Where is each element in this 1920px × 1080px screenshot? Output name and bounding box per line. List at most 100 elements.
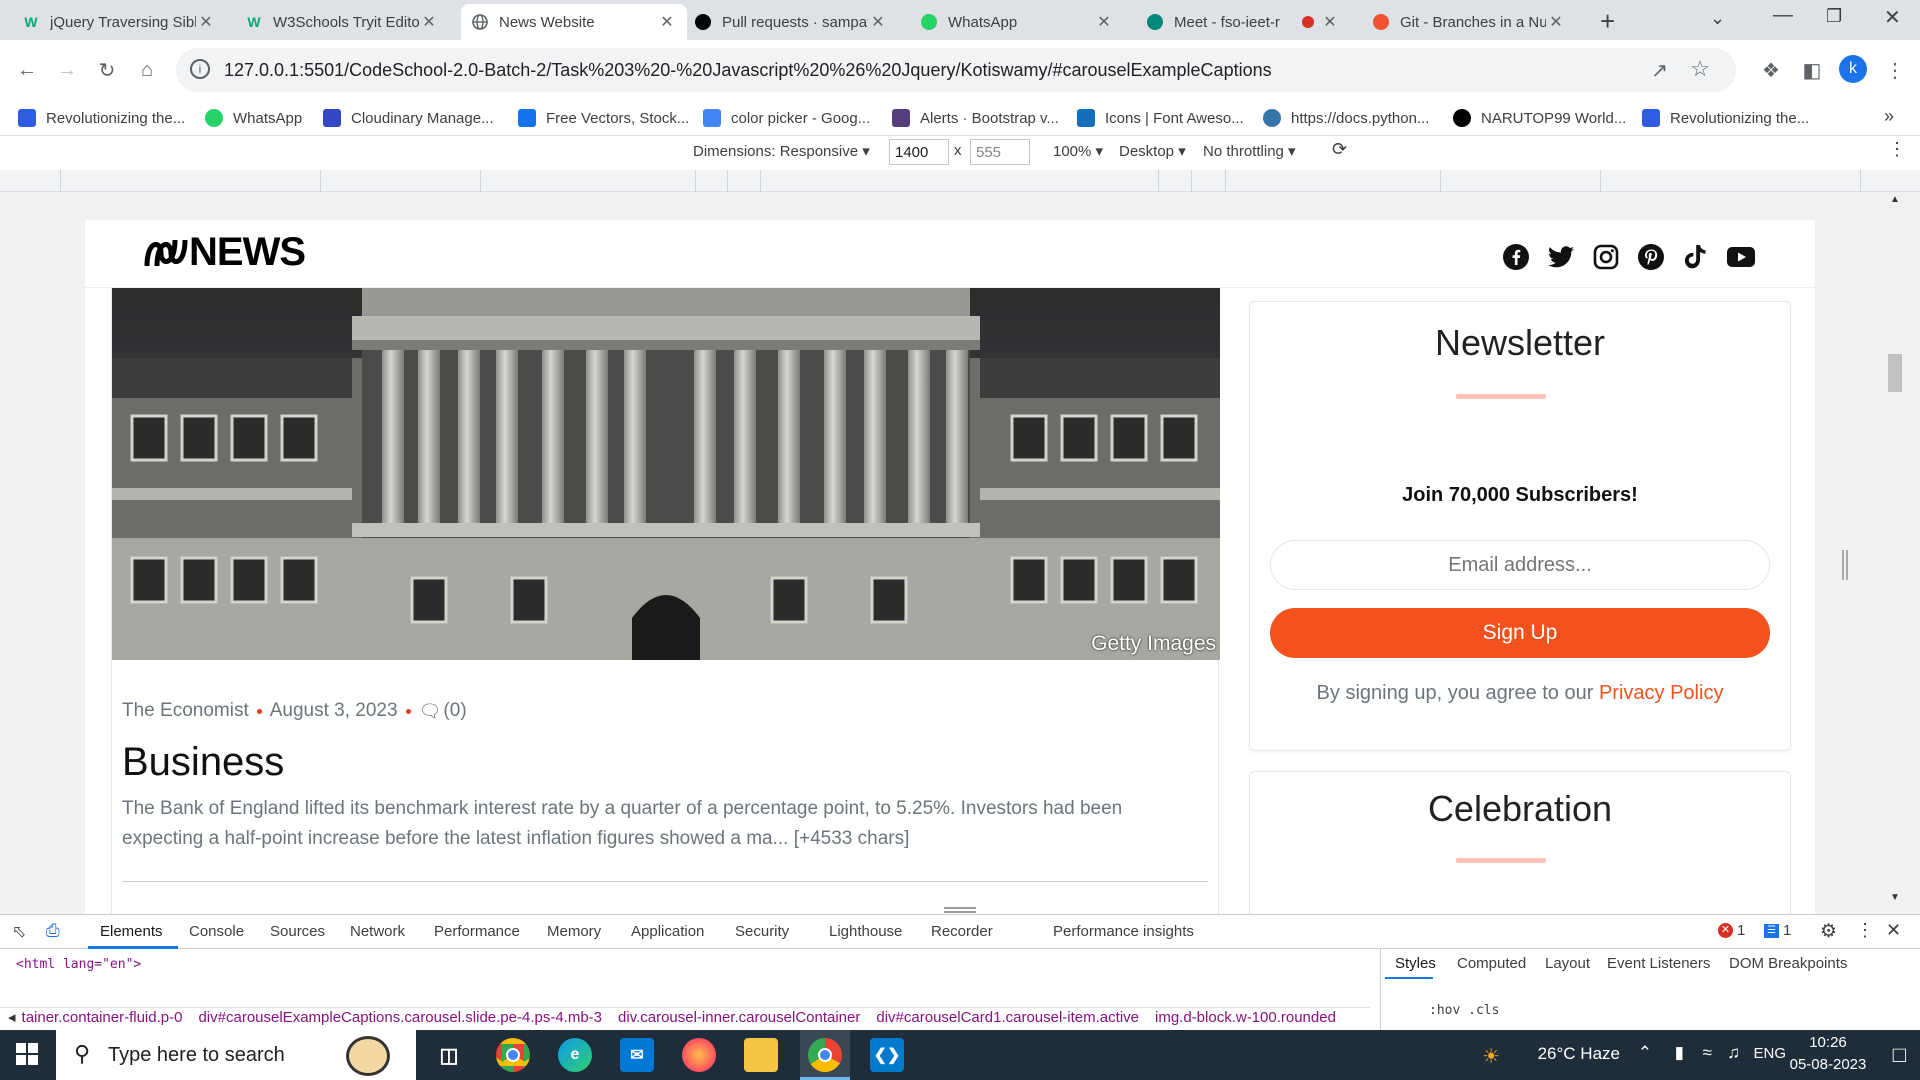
youtube-icon[interactable]	[1726, 242, 1756, 272]
new-tab-button[interactable]: +	[1600, 6, 1615, 37]
breadcrumb-item[interactable]: tainer.container-fluid.p-0	[22, 1009, 183, 1026]
task-view-icon[interactable]: ◫	[432, 1038, 466, 1072]
devtools-tab-recorder[interactable]: Recorder	[931, 923, 993, 940]
bookmark-item[interactable]: https://docs.python...	[1263, 100, 1429, 136]
styles-tab-event-listeners[interactable]: Event Listeners	[1607, 955, 1710, 972]
vscode-icon[interactable]: ❮❯	[870, 1038, 904, 1072]
browser-tab[interactable]: News Website ✕	[461, 4, 687, 40]
close-tab-icon[interactable]: ✕	[1094, 12, 1114, 32]
page-scrollbar[interactable]: ▲ ▼	[1888, 192, 1902, 914]
browser-tab[interactable]: WhatsApp ✕	[910, 4, 1124, 40]
bookmark-item[interactable]: Free Vectors, Stock...	[518, 100, 689, 136]
devtools-tab-performance[interactable]: Performance	[434, 923, 520, 940]
profile-avatar[interactable]: k	[1839, 55, 1867, 83]
style-filter-toggles[interactable]: :hov .cls	[1429, 1003, 1499, 1018]
email-input[interactable]	[1270, 540, 1770, 590]
dom-tree-root[interactable]: <html lang="en">	[16, 957, 141, 972]
tray-chevron-icon[interactable]: ⌃	[1638, 1043, 1652, 1063]
side-panel-icon[interactable]: ◧	[1797, 55, 1827, 85]
breadcrumb-item[interactable]: img.d-block.w-100.rounded	[1155, 1009, 1336, 1026]
scrollbar-thumb[interactable]	[1888, 354, 1902, 392]
comment-icon[interactable]: 🗨	[419, 701, 442, 722]
device-toolbar-toggle-icon[interactable]: ⎙	[46, 921, 60, 941]
styles-tab-layout[interactable]: Layout	[1545, 955, 1590, 972]
edge-icon[interactable]: e	[558, 1038, 592, 1072]
instagram-icon[interactable]	[1591, 242, 1621, 272]
reload-button[interactable]: ↻	[92, 55, 122, 85]
weather-text[interactable]: 26°C Haze	[1538, 1044, 1620, 1064]
close-tab-icon[interactable]: ✕	[419, 12, 439, 32]
carousel-image[interactable]: Getty Images	[112, 288, 1220, 660]
breadcrumb-scroll-left-icon[interactable]: ◂	[8, 1009, 16, 1026]
mail-icon[interactable]: ✉	[620, 1038, 654, 1072]
back-button[interactable]: ←	[12, 55, 42, 85]
viewport-resize-handle[interactable]	[1842, 550, 1848, 580]
dimensions-dropdown[interactable]: Dimensions: Responsive ▾	[693, 142, 870, 160]
styles-tab-dom-breakpoints[interactable]: DOM Breakpoints	[1729, 955, 1847, 972]
bookmark-item[interactable]: Cloudinary Manage...	[323, 100, 494, 136]
article-source[interactable]: The Economist	[122, 700, 249, 722]
devtools-tab-security[interactable]: Security	[735, 923, 789, 940]
battery-icon[interactable]: ▮	[1675, 1043, 1684, 1063]
devtools-tab-sources[interactable]: Sources	[270, 923, 325, 940]
notifications-icon[interactable]: □	[1893, 1042, 1906, 1068]
devtools-tab-application[interactable]: Application	[631, 923, 704, 940]
windows-start-icon[interactable]	[16, 1043, 38, 1065]
close-window-button[interactable]: ✕	[1884, 5, 1901, 30]
zoom-dropdown[interactable]: 100% ▾	[1053, 142, 1103, 160]
styles-tab-computed[interactable]: Computed	[1457, 955, 1526, 972]
tiktok-icon[interactable]	[1681, 242, 1711, 272]
language-indicator[interactable]: ENG	[1753, 1045, 1786, 1062]
scroll-up-arrow[interactable]: ▲	[1890, 194, 1900, 205]
firefox-icon[interactable]	[682, 1038, 716, 1072]
rotate-icon[interactable]: ⟳	[1332, 139, 1347, 160]
pinterest-icon[interactable]	[1636, 242, 1666, 272]
file-explorer-icon[interactable]	[744, 1038, 778, 1072]
comment-count[interactable]: (0)	[443, 700, 466, 722]
errors-badge[interactable]: ✕ 1	[1718, 922, 1745, 939]
bookmark-item[interactable]: Revolutionizing the...	[1642, 100, 1809, 136]
device-toolbar-menu-icon[interactable]: ⋮	[1888, 139, 1906, 160]
devtools-tab-lighthouse[interactable]: Lighthouse	[829, 923, 902, 940]
twitter-icon[interactable]	[1546, 242, 1576, 272]
bookmark-star-icon[interactable]: ☆	[1690, 56, 1710, 82]
devtools-tab-performance-insights[interactable]: Performance insights	[1053, 923, 1194, 940]
forward-button[interactable]: →	[52, 55, 82, 85]
devtools-tab-elements[interactable]: Elements	[100, 923, 163, 940]
close-devtools-icon[interactable]: ✕	[1886, 920, 1901, 941]
bookmark-item[interactable]: Alerts · Bootstrap v...	[892, 100, 1059, 136]
throttling-dropdown[interactable]: No throttling ▾	[1203, 142, 1296, 160]
scroll-down-arrow[interactable]: ▼	[1890, 892, 1900, 903]
styles-tab-styles[interactable]: Styles	[1395, 955, 1436, 972]
clock-date[interactable]: 05-08-2023	[1788, 1056, 1868, 1073]
bookmark-item[interactable]: Revolutionizing the...	[18, 100, 185, 136]
home-icon[interactable]: ⌂	[132, 55, 162, 85]
taskbar-search[interactable]: ⚲ Type here to search	[56, 1030, 416, 1080]
breadcrumb-item[interactable]: div#carouselCard1.carousel-item.active	[876, 1009, 1139, 1026]
close-tab-icon[interactable]: ✕	[868, 12, 888, 32]
browser-tab[interactable]: WjQuery Traversing Sibl ✕	[12, 4, 226, 40]
minimize-button[interactable]: —	[1773, 4, 1793, 27]
site-info-icon[interactable]: i	[190, 59, 210, 79]
bookmark-item[interactable]: NARUTOP99 World...	[1453, 100, 1626, 136]
bookmark-item[interactable]: Icons | Font Aweso...	[1077, 100, 1244, 136]
bookmark-item[interactable]: WhatsApp	[205, 100, 302, 136]
bookmark-item[interactable]: color picker - Goog...	[703, 100, 870, 136]
width-input[interactable]	[889, 139, 949, 165]
devtools-menu-icon[interactable]: ⋮	[1856, 920, 1874, 941]
address-bar[interactable]: i 127.0.0.1:5501/CodeSchool-2.0-Batch-2/…	[176, 48, 1736, 92]
browser-tab[interactable]: Git - Branches in a Nu ✕	[1362, 4, 1576, 40]
close-tab-icon[interactable]: ✕	[196, 12, 216, 32]
article-title[interactable]: Business	[122, 740, 284, 785]
clock-time[interactable]: 10:26	[1788, 1034, 1868, 1051]
devtools-tab-console[interactable]: Console	[189, 923, 244, 940]
privacy-policy-link[interactable]: Privacy Policy	[1599, 682, 1723, 704]
tab-search-chevron-icon[interactable]: ⌄	[1710, 8, 1725, 29]
chrome-active-icon[interactable]	[808, 1038, 842, 1072]
messages-badge[interactable]: ☰ 1	[1764, 922, 1791, 939]
extensions-icon[interactable]: ❖	[1756, 55, 1786, 85]
signup-button[interactable]: Sign Up	[1270, 608, 1770, 658]
settings-gear-icon[interactable]: ⚙	[1820, 920, 1837, 943]
height-input[interactable]	[970, 139, 1030, 165]
devtools-drag-handle[interactable]	[944, 907, 976, 913]
